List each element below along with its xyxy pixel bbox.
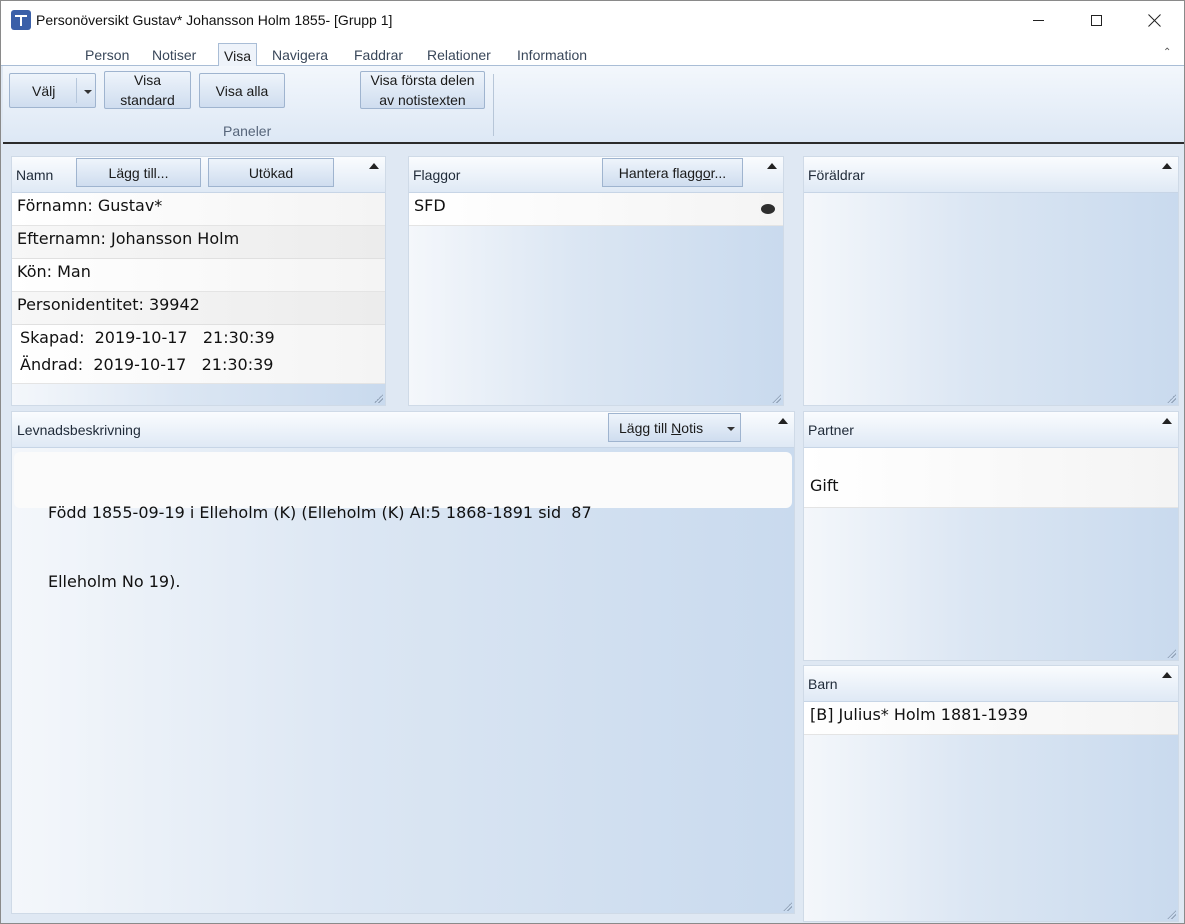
barn-panel: Barn [B] Julius* Holm 1881-1939 [803,665,1179,922]
resize-grip-icon[interactable] [1167,394,1176,403]
skapad-time: 21:30:39 [202,328,275,347]
kon-row[interactable]: Kön: Man [12,259,385,292]
flag-row[interactable]: SFD [409,193,783,226]
visa-standard-button[interactable]: Visa standard [104,71,191,109]
title-bar: Personöversikt Gustav* Johansson Holm 18… [1,1,1184,39]
andrad-time: 21:30:39 [201,355,274,374]
andrad-line: Ändrad: 2019-10-17 21:30:39 [20,355,385,374]
hantera-flaggor-button[interactable]: Hantera flagg o r... [602,158,743,187]
chevron-down-icon[interactable] [727,427,735,431]
levnad-panel-title: Levnadsbeskrivning [17,422,141,438]
close-icon [1148,14,1161,27]
skapad-date: 2019-10-17 [94,328,188,347]
visa-standard-label-line1: Visa [134,72,161,88]
foraldrar-panel: Föräldrar [803,156,1179,406]
close-button[interactable] [1125,1,1183,39]
ribbon-panel: Välj Visa standard Visa alla Visa första… [3,66,1184,144]
collapse-panel-icon[interactable] [767,163,777,169]
andrad-date: 2019-10-17 [93,355,187,374]
partner-status: Gift [810,476,839,495]
app-icon [11,10,31,30]
lagg-till-notis-button[interactable]: Lägg till Notis [608,413,741,442]
resize-grip-icon[interactable] [783,902,792,911]
flaggor-panel: Flaggor Hantera flagg o r... SFD [408,156,784,406]
barn-panel-header: Barn [804,666,1178,702]
visa-alla-button[interactable]: Visa alla [199,73,285,108]
tab-relationer[interactable]: Relationer [427,47,491,63]
foraldrar-panel-title: Föräldrar [808,167,865,183]
flaggor-panel-title: Flaggor [413,167,461,183]
collapse-panel-icon[interactable] [1162,672,1172,678]
foraldrar-panel-header: Föräldrar [804,157,1178,193]
timestamps-block: Skapad: 2019-10-17 21:30:39 Ändrad: 2019… [12,325,385,384]
skapad-line: Skapad: 2019-10-17 21:30:39 [20,328,385,355]
resize-grip-icon[interactable] [1167,910,1176,919]
levnad-panel-header: Levnadsbeskrivning Lägg till Notis [12,412,794,448]
valj-dropdown-button[interactable]: Välj [9,73,96,108]
personidentitet-row[interactable]: Personidentitet: 39942 [12,292,385,325]
resize-grip-icon[interactable] [1167,649,1176,658]
chevron-down-icon[interactable] [84,90,92,94]
tab-visa[interactable]: Visa [218,43,257,67]
lagg-till-namn-button[interactable]: Lägg till... [76,158,201,187]
tab-notiser[interactable]: Notiser [152,47,196,63]
tab-person[interactable]: Person [85,47,129,63]
hantera-label-accel: o [702,164,711,181]
flaggor-panel-header: Flaggor Hantera flagg o r... [409,157,783,193]
partner-panel-header: Partner [804,412,1178,448]
child-row[interactable]: [B] Julius* Holm 1881-1939 [804,702,1178,735]
maximize-button[interactable] [1067,1,1125,39]
visa-standard-label-line2: standard [120,92,175,108]
flag-marker-icon [761,204,775,214]
tab-information[interactable]: Information [517,47,587,63]
collapse-panel-icon[interactable] [1162,418,1172,424]
partner-row[interactable]: Gift [804,448,1178,508]
notis-text-line1: Född 1855-09-19 i Elleholm (K) (Elleholm… [48,503,592,522]
notis-label-part2: otis [681,419,704,436]
split-divider [76,78,77,103]
resize-grip-icon[interactable] [374,394,383,403]
partner-panel-title: Partner [808,422,854,438]
valj-label: Välj [32,82,56,99]
flag-label: SFD [414,196,446,215]
partner-panel: Partner Gift [803,411,1179,661]
collapse-ribbon-icon[interactable]: ⌃ [1163,47,1171,58]
ribbon-tabs: Person Notiser Visa Navigera Faddrar Rel… [1,39,1184,67]
utokad-button[interactable]: Utökad [208,158,334,187]
minimize-button[interactable] [1009,1,1067,39]
resize-grip-icon[interactable] [772,394,781,403]
visa-forsta-label-line2: av notistexten [379,92,466,108]
notis-label-part1: Lägg till [619,419,672,436]
namn-panel-header: Namn Lägg till... Utökad [12,157,385,193]
levnadsbeskrivning-panel: Levnadsbeskrivning Lägg till Notis Född … [11,411,795,914]
notis-text-line2: Elleholm No 19). [48,572,181,591]
window-title: Personöversikt Gustav* Johansson Holm 18… [36,12,393,28]
skapad-label: Skapad: [20,328,85,347]
notis-label-accel: N [671,419,682,436]
barn-panel-title: Barn [808,676,838,692]
andrad-label: Ändrad: [20,355,84,374]
collapse-panel-icon[interactable] [369,163,379,169]
tab-navigera[interactable]: Navigera [272,47,328,63]
hantera-label-part2: r... [710,164,727,181]
maximize-icon [1090,14,1102,26]
paneler-group-label: Paneler [223,123,272,139]
person-overview-window: Personöversikt Gustav* Johansson Holm 18… [0,0,1185,924]
visa-forsta-delen-button[interactable]: Visa första delen av notistexten [360,71,485,109]
namn-panel: Namn Lägg till... Utökad Förnamn: Gustav… [11,156,386,406]
notis-text-block[interactable]: Född 1855-09-19 i Elleholm (K) (Elleholm… [14,452,792,591]
tab-faddrar[interactable]: Faddrar [354,47,403,63]
hantera-label-part1: Hantera flagg [618,164,703,181]
ribbon-group-divider [493,74,494,136]
fornamn-row[interactable]: Förnamn: Gustav* [12,193,385,226]
efternamn-row[interactable]: Efternamn: Johansson Holm [12,226,385,259]
namn-panel-title: Namn [16,167,54,183]
visa-forsta-label-line1: Visa första delen [370,72,475,88]
collapse-panel-icon[interactable] [1162,163,1172,169]
collapse-panel-icon[interactable] [778,418,788,424]
minimize-icon [1032,19,1044,21]
